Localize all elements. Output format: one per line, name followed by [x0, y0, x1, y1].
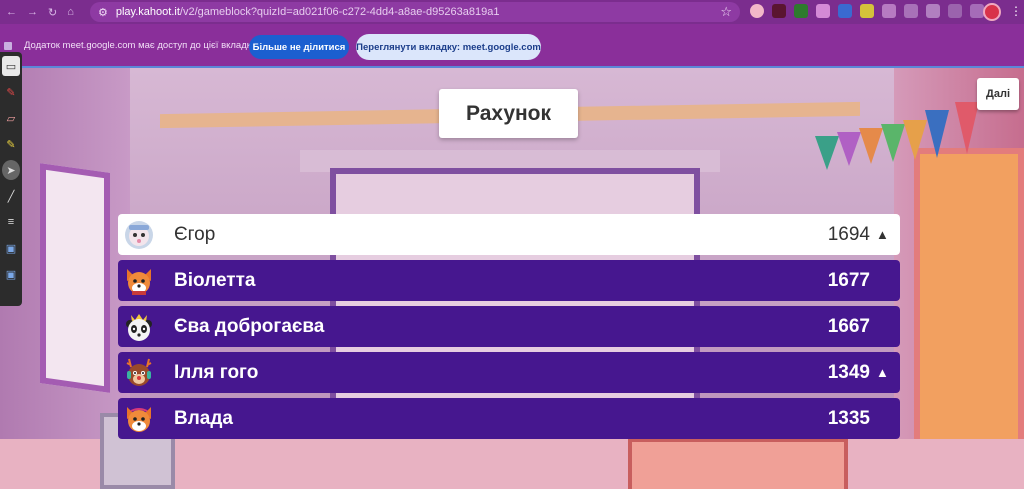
- address-bar[interactable]: ⚙ play.kahoot.it/v2/gameblock?quizId=ad0…: [90, 2, 740, 22]
- table-row: Ілля гого 1349 ▲: [118, 352, 900, 393]
- player-name: Єгор: [174, 223, 216, 245]
- sidepanel-icon[interactable]: [970, 4, 984, 18]
- tab-share-banner: Додаток meet.google.com має доступ до ці…: [0, 24, 1024, 68]
- background-window: [40, 163, 110, 393]
- flag-icon: [925, 110, 949, 158]
- reload-icon[interactable]: ↻: [48, 6, 57, 19]
- player-name: Ілля гого: [174, 361, 259, 383]
- screen-capture-icon[interactable]: ▣: [2, 264, 20, 284]
- player-name: Влада: [174, 407, 233, 429]
- extension-icon[interactable]: [882, 4, 896, 18]
- forward-icon[interactable]: →: [27, 6, 38, 19]
- fox-avatar: [122, 402, 156, 436]
- player-score: 1694: [827, 223, 870, 245]
- eraser-icon[interactable]: ▱: [2, 108, 20, 128]
- extension-icon[interactable]: [750, 4, 764, 18]
- pointer-icon[interactable]: ➤: [2, 160, 20, 180]
- url-path: /v2/gameblock?quizId=ad021f06-c272-4dd4-…: [179, 6, 500, 18]
- player-score: 1335: [827, 407, 870, 429]
- player-score: 1667: [827, 315, 870, 337]
- extension-icon[interactable]: [816, 4, 830, 18]
- profile-avatar[interactable]: [983, 3, 1001, 21]
- flag-icon: [903, 120, 927, 160]
- rank-up-icon: ▲: [876, 365, 889, 380]
- media-icon[interactable]: [926, 4, 940, 18]
- reindeer-avatar: [122, 356, 156, 390]
- page-title: Рахунок: [439, 89, 578, 138]
- back-icon[interactable]: ←: [6, 6, 17, 19]
- bookmark-star-icon[interactable]: ☆: [720, 4, 732, 20]
- menu-icon[interactable]: ⋮: [1010, 4, 1022, 18]
- next-button[interactable]: Далі: [977, 78, 1019, 110]
- share-message: Додаток meet.google.com має доступ до ці…: [24, 40, 257, 51]
- extension-icon[interactable]: [860, 4, 874, 18]
- flag-icon: [815, 136, 839, 170]
- rank-up-icon: ▲: [876, 227, 889, 242]
- extension-icon[interactable]: [794, 4, 808, 18]
- table-row: Єва доброгаєва 1667: [118, 306, 900, 347]
- home-icon[interactable]: ⌂: [67, 6, 74, 19]
- url-host: play.kahoot.it: [115, 6, 180, 18]
- player-score: 1677: [827, 269, 870, 291]
- nav-buttons: ← → ↻ ⌂: [0, 6, 90, 19]
- lines-icon[interactable]: ≡: [2, 212, 20, 232]
- flag-icon: [881, 124, 905, 162]
- whiteboard-icon[interactable]: ▭: [2, 56, 20, 76]
- player-name: Єва доброгаєва: [174, 315, 325, 337]
- share-icon: [4, 42, 12, 50]
- player-score: 1349: [827, 361, 870, 383]
- flag-icon: [837, 132, 861, 166]
- background-door: [628, 438, 848, 489]
- site-settings-icon[interactable]: ⚙: [98, 6, 108, 19]
- extension-icon[interactable]: [838, 4, 852, 18]
- screen-icon[interactable]: ▣: [2, 238, 20, 258]
- flag-icon: [955, 102, 979, 154]
- annotation-toolbar: ▭ ✎ ▱ ✎ ➤ ╱ ≡ ▣ ▣: [0, 52, 22, 306]
- stop-sharing-button[interactable]: Більше не ділитися: [249, 35, 349, 59]
- view-tab-button[interactable]: Переглянути вкладку: meet.google.com: [356, 34, 541, 60]
- astronaut-avatar: [122, 218, 156, 252]
- player-name: Віолетта: [174, 269, 256, 291]
- bunting-flags: [815, 96, 1015, 196]
- table-row: Єгор 1694 ▲: [118, 214, 900, 255]
- panda-avatar: [122, 310, 156, 344]
- fox-avatar: [122, 264, 156, 298]
- table-row: Влада 1335: [118, 398, 900, 439]
- laser-icon[interactable]: ╱: [2, 186, 20, 206]
- table-row: Віолетта 1677: [118, 260, 900, 301]
- highlighter-icon[interactable]: ✎: [2, 134, 20, 154]
- extensions-row: [750, 4, 984, 18]
- extension-icon[interactable]: [772, 4, 786, 18]
- download-icon[interactable]: [948, 4, 962, 18]
- pen-icon[interactable]: ✎: [2, 82, 20, 102]
- browser-toolbar: ← → ↻ ⌂ ⚙ play.kahoot.it/v2/gameblock?qu…: [0, 0, 1024, 24]
- extensions-puzzle-icon[interactable]: [904, 4, 918, 18]
- flag-icon: [859, 128, 883, 164]
